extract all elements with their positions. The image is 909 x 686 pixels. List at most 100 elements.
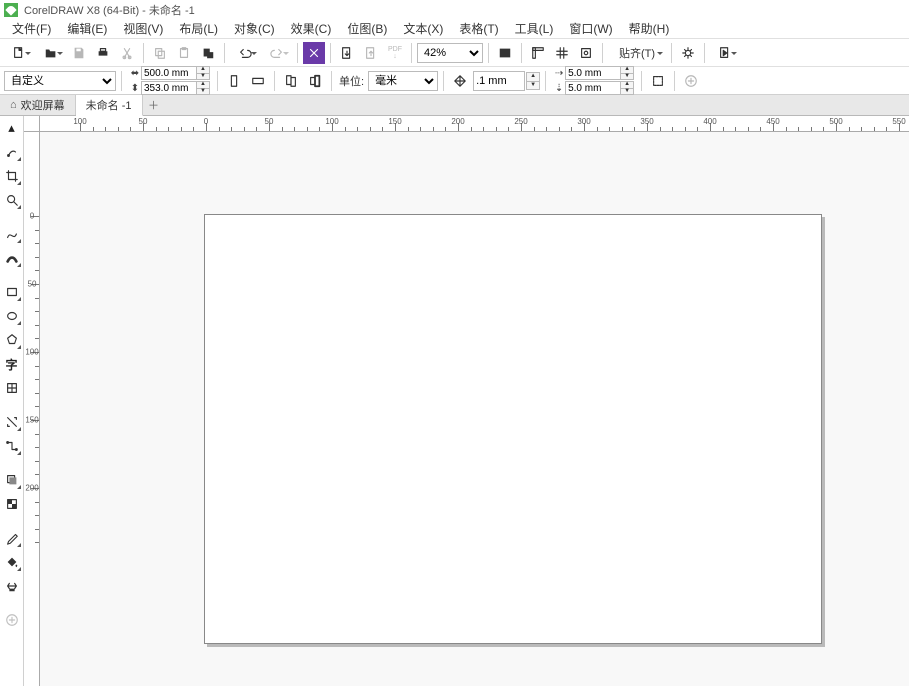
coreldraw-logo-icon [4, 3, 18, 17]
menu-item[interactable]: 帮助(H) [621, 18, 678, 39]
show-grid-button[interactable] [551, 42, 573, 64]
ruler-origin-button[interactable] [24, 116, 40, 132]
menu-item[interactable]: 窗口(W) [561, 18, 620, 39]
add-preset-button[interactable] [680, 70, 702, 92]
dimension-tool[interactable] [2, 412, 22, 432]
page-width-up[interactable]: ▲ [196, 66, 210, 73]
menu-item[interactable]: 视图(V) [115, 18, 171, 39]
smart-fill-tool[interactable] [2, 576, 22, 596]
menu-bar: 文件(F)编辑(E)视图(V)布局(L)对象(C)效果(C)位图(B)文本(X)… [0, 20, 909, 38]
nudge-distance-input[interactable] [473, 71, 525, 91]
canvas-area: 10050050100150200250300350400450500550 0… [24, 116, 909, 686]
snap-to-button[interactable]: 贴齐(T) [608, 42, 666, 64]
landscape-button[interactable] [247, 70, 269, 92]
menu-item[interactable]: 文本(X) [395, 18, 451, 39]
zoom-tool[interactable] [2, 190, 22, 210]
menu-item[interactable]: 位图(B) [339, 18, 395, 39]
save-button[interactable] [68, 42, 90, 64]
export-button[interactable] [360, 42, 382, 64]
units-select[interactable]: 毫米 [368, 71, 438, 91]
paste-button[interactable] [173, 42, 195, 64]
separator [217, 71, 218, 91]
open-button[interactable] [36, 42, 66, 64]
dup-y-up[interactable]: ▲ [620, 81, 634, 88]
import-button[interactable] [336, 42, 358, 64]
tab-welcome[interactable]: ⌂欢迎屏幕 [0, 95, 76, 115]
width-icon: ⬌ [129, 68, 141, 79]
page-height-input[interactable] [141, 81, 197, 95]
dup-x-input[interactable] [565, 66, 621, 80]
duplicate-distance: ⇢▲▼ ⇣▲▼ [553, 66, 634, 95]
undo-button[interactable] [230, 42, 260, 64]
publish-pdf-button[interactable]: PDF↓ [384, 42, 406, 64]
nudge-down[interactable]: ▼ [526, 81, 540, 90]
redo-button[interactable] [262, 42, 292, 64]
separator [143, 43, 144, 63]
drop-shadow-tool[interactable] [2, 470, 22, 490]
crop-tool[interactable] [2, 166, 22, 186]
horizontal-ruler[interactable]: 10050050100150200250300350400450500550 [40, 116, 909, 132]
dup-x-up[interactable]: ▲ [620, 66, 634, 73]
dup-y-down[interactable]: ▼ [620, 88, 634, 95]
full-screen-preview-button[interactable] [494, 42, 516, 64]
menu-item[interactable]: 对象(C) [226, 18, 283, 39]
separator [443, 71, 444, 91]
height-icon: ⬍ [129, 83, 141, 94]
new-document-button[interactable] [4, 42, 34, 64]
page-height-down[interactable]: ▼ [196, 88, 210, 95]
zoom-level-select[interactable]: 42% [417, 43, 483, 63]
separator [521, 43, 522, 63]
add-tab-button[interactable]: ＋ [143, 95, 165, 115]
cut-button[interactable] [116, 42, 138, 64]
add-tool-button[interactable] [2, 610, 22, 630]
page-size-preset[interactable]: 自定义 [4, 71, 116, 91]
dup-x-down[interactable]: ▼ [620, 73, 634, 80]
page-width-input[interactable] [141, 66, 197, 80]
drawing-canvas[interactable] [40, 132, 909, 686]
current-page-button[interactable] [304, 70, 326, 92]
menu-item[interactable]: 布局(L) [171, 18, 226, 39]
page-height-up[interactable]: ▲ [196, 81, 210, 88]
vertical-ruler[interactable]: 050100150200 [24, 132, 40, 686]
separator [488, 43, 489, 63]
tab-document[interactable]: 未命名 -1 [76, 95, 143, 116]
polygon-tool[interactable] [2, 330, 22, 350]
text-tool[interactable]: 字 [2, 354, 22, 374]
separator [330, 43, 331, 63]
copy-button[interactable] [149, 42, 171, 64]
freehand-tool[interactable] [2, 224, 22, 244]
ellipse-tool[interactable] [2, 306, 22, 326]
document-tab-bar: ⌂欢迎屏幕 未命名 -1 ＋ [0, 94, 909, 116]
connector-tool[interactable] [2, 436, 22, 456]
show-rulers-button[interactable] [527, 42, 549, 64]
interactive-fill-tool[interactable] [2, 552, 22, 572]
app-launcher-button[interactable] [710, 42, 740, 64]
menu-item[interactable]: 表格(T) [451, 18, 506, 39]
separator [674, 71, 675, 91]
shape-tool[interactable] [2, 142, 22, 162]
nudge-up[interactable]: ▲ [526, 72, 540, 81]
artistic-media-tool[interactable] [2, 248, 22, 268]
all-pages-button[interactable] [280, 70, 302, 92]
page-width-down[interactable]: ▼ [196, 73, 210, 80]
rectangle-tool[interactable] [2, 282, 22, 302]
dup-y-icon: ⇣ [553, 83, 565, 94]
transparency-tool[interactable] [2, 494, 22, 514]
search-content-button[interactable] [303, 42, 325, 64]
separator [224, 43, 225, 63]
nudge-icon [449, 70, 471, 92]
treat-as-filled-button[interactable] [647, 70, 669, 92]
menu-item[interactable]: 文件(F) [4, 18, 59, 39]
menu-item[interactable]: 编辑(E) [59, 18, 115, 39]
menu-item[interactable]: 效果(C) [283, 18, 340, 39]
eyedropper-tool[interactable] [2, 528, 22, 548]
portrait-button[interactable] [223, 70, 245, 92]
menu-item[interactable]: 工具(L) [507, 18, 562, 39]
dup-y-input[interactable] [565, 81, 621, 95]
options-button[interactable] [677, 42, 699, 64]
pick-tool[interactable]: ▴ [2, 118, 22, 138]
table-tool[interactable] [2, 378, 22, 398]
paste-special-button[interactable] [197, 42, 219, 64]
show-guidelines-button[interactable] [575, 42, 597, 64]
print-button[interactable] [92, 42, 114, 64]
